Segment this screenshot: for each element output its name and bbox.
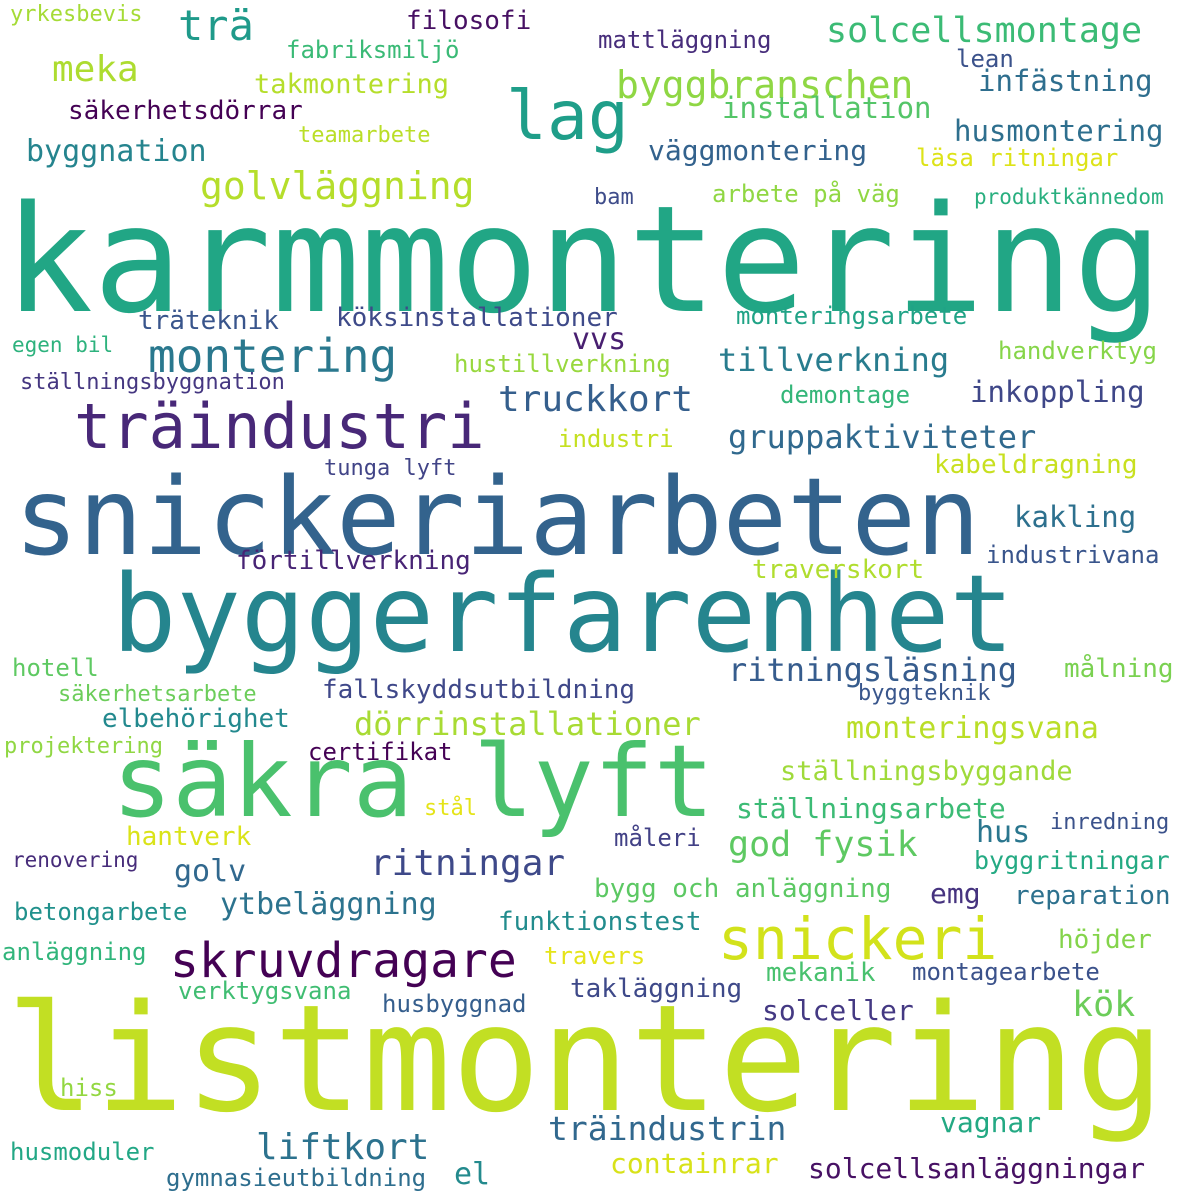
cloud-word: yrkesbevis: [10, 2, 143, 27]
cloud-word: golvläggning: [200, 164, 475, 208]
cloud-word: hus: [976, 815, 1031, 850]
cloud-word: monteringsarbete: [736, 302, 968, 330]
cloud-word: montagearbete: [912, 958, 1100, 986]
cloud-word: bam: [594, 185, 634, 210]
cloud-word: infästning: [978, 64, 1153, 98]
cloud-word: hotell: [12, 654, 99, 682]
cloud-word: mattläggning: [598, 26, 772, 54]
cloud-word: demontage: [780, 381, 911, 409]
cloud-word: kakling: [1014, 500, 1137, 534]
cloud-word: reparation: [1014, 881, 1171, 911]
cloud-word: byggritningar: [974, 846, 1170, 875]
cloud-word: hantverk: [126, 822, 252, 852]
cloud-word: solceller: [762, 994, 914, 1027]
cloud-word: meka: [52, 49, 139, 90]
cloud-word: dörrinstallationer: [354, 705, 701, 743]
cloud-word: certifikat: [308, 738, 453, 766]
cloud-word: ställningsarbete: [736, 792, 1006, 825]
cloud-word: lag: [506, 77, 629, 156]
cloud-word: fallskyddsutbildning: [322, 675, 636, 705]
cloud-word: kabeldragning: [934, 450, 1138, 480]
cloud-word: egen bil: [12, 333, 114, 357]
cloud-word: liftkort: [256, 1127, 430, 1168]
cloud-word: kök: [1072, 985, 1136, 1025]
cloud-word: byggteknik: [858, 681, 991, 706]
cloud-word: solcellsmontage: [826, 11, 1143, 51]
cloud-word: inkoppling: [970, 375, 1145, 409]
cloud-word: industri: [558, 425, 674, 453]
cloud-word: ställningsbyggnation: [20, 370, 285, 395]
cloud-word: renovering: [12, 848, 139, 872]
cloud-word: elbehörighet: [102, 704, 290, 734]
cloud-word: takläggning: [570, 974, 743, 1004]
cloud-word: travers: [544, 942, 646, 970]
cloud-word: träindustri: [74, 390, 485, 463]
cloud-word: stål: [424, 796, 477, 821]
cloud-word: traverskort: [752, 555, 925, 585]
cloud-word: funktionstest: [498, 907, 702, 937]
cloud-word: träteknik: [138, 306, 279, 336]
cloud-word: gymnasieutbildning: [166, 1164, 427, 1192]
cloud-word: handverktyg: [998, 337, 1157, 365]
cloud-word: truckkort: [498, 379, 694, 420]
cloud-word: produktkännedom: [974, 185, 1164, 209]
cloud-word: målning: [1064, 654, 1174, 684]
cloud-word: säkerhetsarbete: [58, 682, 257, 707]
cloud-word: projektering: [4, 734, 163, 759]
cloud-word: filosofi: [406, 6, 532, 36]
cloud-word: containrar: [610, 1147, 779, 1180]
cloud-word: husbyggnad: [382, 990, 527, 1018]
cloud-word: teamarbete: [298, 123, 431, 148]
cloud-word: ställningsbyggande: [780, 756, 1073, 787]
cloud-word: el: [454, 1157, 491, 1192]
cloud-word: hustillverkning: [454, 350, 671, 378]
cloud-word: väggmontering: [648, 134, 868, 167]
cloud-word: takmontering: [254, 69, 450, 100]
cloud-word: förtillverkning: [236, 546, 471, 576]
cloud-word: bygg och anläggning: [594, 874, 892, 904]
cloud-word: emg: [930, 877, 981, 910]
cloud-word: anläggning: [2, 938, 147, 966]
cloud-word: vagnar: [940, 1106, 1042, 1139]
word-cloud: karmmontering listmontering snickeriarbe…: [0, 0, 1200, 1200]
cloud-word: höjder: [1058, 925, 1152, 955]
cloud-word: tunga lyft: [324, 456, 457, 481]
cloud-word: mekanik: [766, 958, 876, 988]
cloud-word: byggnation: [26, 134, 207, 169]
cloud-word: trä: [178, 1, 254, 50]
cloud-word: gruppaktiviteter: [728, 418, 1037, 456]
cloud-word: arbete på väg: [712, 180, 900, 208]
cloud-word: god fysik: [728, 825, 918, 865]
cloud-word: fabriksmiljö: [286, 36, 460, 64]
cloud-word: betongarbete: [14, 898, 188, 926]
cloud-word: läsa ritningar: [916, 144, 1119, 172]
cloud-word: hiss: [60, 1074, 118, 1102]
cloud-word: ritningar: [370, 843, 566, 884]
cloud-word: industrivana: [986, 541, 1160, 569]
cloud-word: golv: [174, 854, 247, 889]
cloud-word: ytbeläggning: [220, 887, 437, 922]
cloud-word: monteringsvana: [846, 711, 1099, 746]
cloud-word: inredning: [1050, 810, 1170, 835]
cloud-word: husmontering: [954, 114, 1164, 148]
cloud-word: installation: [722, 91, 932, 125]
cloud-word: träindustrin: [548, 1109, 787, 1148]
cloud-word: solcellsanläggningar: [808, 1152, 1146, 1185]
cloud-word: tillverkning: [718, 341, 950, 379]
cloud-word: säkerhetsdörrar: [68, 96, 303, 126]
cloud-word: husmoduler: [10, 1138, 155, 1166]
cloud-word: verktygsvana: [178, 977, 352, 1005]
cloud-word: måleri: [614, 824, 701, 852]
